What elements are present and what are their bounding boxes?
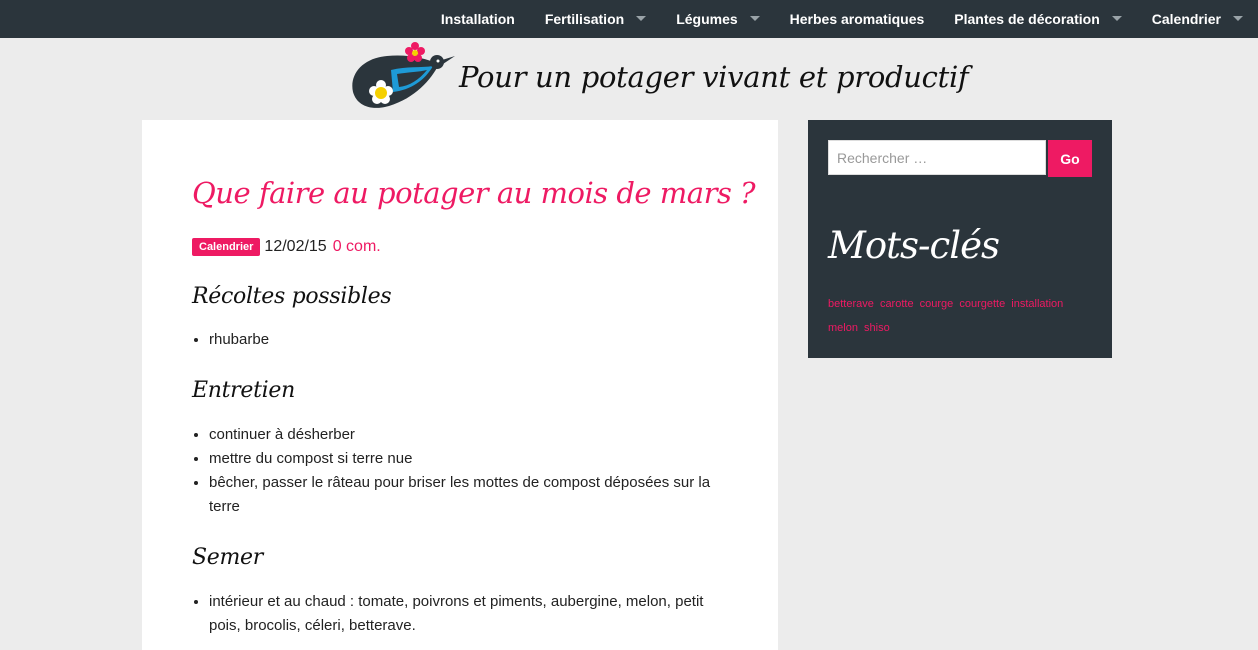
- nav-item-label: Plantes de décoration: [954, 11, 1100, 27]
- nav-item-label: Légumes: [676, 11, 738, 27]
- tag-link[interactable]: courgette: [959, 298, 1005, 310]
- caret-down-icon: [636, 15, 647, 21]
- tags-widget-title: Mots-clés: [828, 224, 1000, 267]
- section-heading: Récoltes possibles: [192, 284, 392, 309]
- list-item: mettre du compost si terre nue: [209, 447, 729, 471]
- top-navbar: Installation Fertilisation Légumes Herbe…: [0, 0, 1258, 38]
- nav-item-calendrier[interactable]: Calendrier: [1137, 0, 1258, 38]
- post-title[interactable]: Que faire au potager au mois de mars ?: [192, 176, 756, 210]
- site-header[interactable]: Pour un potager vivant et productif: [347, 40, 969, 114]
- section-list: rhubarbe: [192, 328, 729, 352]
- tag-link[interactable]: betterave: [828, 298, 874, 310]
- nav-item-label: Calendrier: [1151, 11, 1221, 27]
- search-go-button[interactable]: Go: [1048, 140, 1092, 177]
- list-item: bêcher, passer le râteau pour briser les…: [209, 471, 729, 519]
- nav-item-plantes-de-decoration[interactable]: Plantes de décoration: [939, 0, 1136, 38]
- post-meta: Calendrier 12/02/15 0 com.: [192, 238, 381, 256]
- nav-item-herbes-aromatiques[interactable]: Herbes aromatiques: [775, 0, 940, 38]
- search-input[interactable]: [828, 140, 1046, 175]
- section-list: intérieur et au chaud : tomate, poivrons…: [192, 590, 729, 638]
- nav-item-fertilisation[interactable]: Fertilisation: [530, 0, 661, 38]
- nav-item-installation[interactable]: Installation: [426, 0, 530, 38]
- tag-link[interactable]: melon: [828, 322, 858, 334]
- comments-link[interactable]: 0 com.: [333, 238, 381, 256]
- list-item: intérieur et au chaud : tomate, poivrons…: [209, 590, 729, 638]
- nav-item-legumes[interactable]: Légumes: [661, 0, 774, 38]
- sidebar: Go Mots-clés betterave carotte courge co…: [808, 120, 1112, 358]
- section-heading: Semer: [192, 545, 263, 570]
- tag-link[interactable]: installation: [1011, 298, 1063, 310]
- list-item: rhubarbe: [209, 328, 729, 352]
- main-menu: Installation Fertilisation Légumes Herbe…: [426, 0, 1258, 38]
- article-card: Que faire au potager au mois de mars ? C…: [142, 120, 778, 650]
- nav-item-label: Fertilisation: [544, 11, 625, 27]
- section-heading: Entretien: [192, 378, 295, 403]
- section-list: continuer à désherber mettre du compost …: [192, 423, 729, 519]
- post-date: 12/02/15: [264, 238, 327, 255]
- category-badge[interactable]: Calendrier: [192, 238, 261, 256]
- tag-link[interactable]: carotte: [880, 298, 914, 310]
- caret-down-icon: [1233, 15, 1243, 21]
- nav-item-label: Herbes aromatiques: [789, 11, 925, 27]
- site-title: Pour un potager vivant et productif: [459, 60, 969, 94]
- list-item: continuer à désherber: [209, 423, 729, 447]
- caret-down-icon: [1111, 15, 1122, 21]
- tag-link[interactable]: shiso: [864, 322, 890, 334]
- logo-bird-icon: [352, 42, 455, 108]
- tag-link[interactable]: courge: [920, 298, 954, 310]
- tag-cloud: betterave carotte courge courgette insta…: [828, 292, 1098, 340]
- caret-down-icon: [749, 15, 760, 21]
- nav-item-label: Installation: [440, 11, 515, 27]
